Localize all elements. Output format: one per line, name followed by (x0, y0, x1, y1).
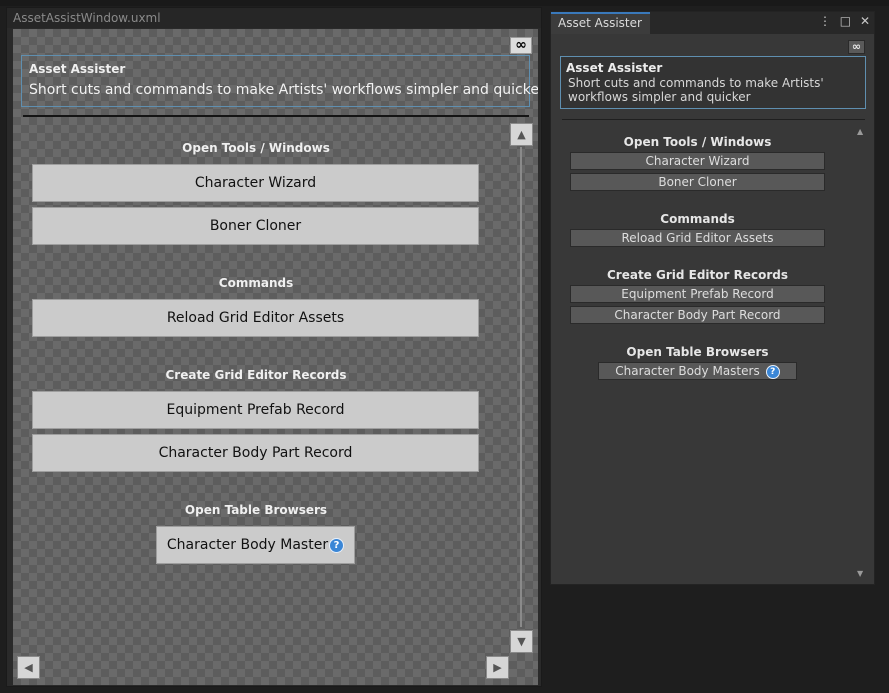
tab-bar: Asset Assister ⋮ □ ✕ (551, 12, 874, 34)
maximize-icon[interactable]: □ (840, 14, 851, 28)
section-commands: Commands (218, 276, 294, 290)
character-body-masters-label: Character Body Masters (615, 364, 760, 378)
header-description: Short cuts and commands to make Artists'… (568, 76, 824, 104)
header-divider (562, 119, 865, 120)
section-create-records: Create Grid Editor Records (606, 268, 789, 282)
close-icon[interactable]: ✕ (860, 14, 870, 28)
top-separator (0, 0, 889, 6)
help-icon[interactable]: ? (329, 537, 345, 553)
scroll-down-icon[interactable]: ▼ (857, 569, 863, 578)
uxml-preview-panel: AssetAssistWindow.uxml ∞ Asset Assister … (6, 7, 542, 687)
link-icon[interactable]: ∞ (848, 40, 865, 54)
character-body-masters-button[interactable]: Character Body Master? (156, 526, 355, 564)
scroll-down-icon[interactable]: ▼ (510, 630, 533, 653)
section-open-browsers: Open Table Browsers (626, 345, 769, 359)
boner-cloner-button[interactable]: Boner Cloner (570, 173, 825, 191)
header-divider (23, 115, 529, 117)
character-body-masters-button[interactable]: Character Body Masters? (598, 362, 797, 380)
character-body-masters-label: Character Body Master (166, 537, 329, 553)
reload-grid-editor-assets-button[interactable]: Reload Grid Editor Assets (570, 229, 825, 247)
preview-canvas: ∞ Asset Assister Short cuts and commands… (13, 29, 538, 685)
reload-grid-editor-assets-button[interactable]: Reload Grid Editor Assets (32, 299, 479, 337)
character-wizard-button[interactable]: Character Wizard (32, 164, 479, 202)
character-wizard-button[interactable]: Character Wizard (570, 152, 825, 170)
boner-cloner-button[interactable]: Boner Cloner (32, 207, 479, 245)
scroll-up-icon[interactable]: ▲ (510, 123, 533, 146)
header-box: Asset Assister Short cuts and commands t… (560, 56, 866, 109)
section-commands: Commands (660, 212, 735, 226)
section-open-browsers: Open Table Browsers (184, 503, 328, 517)
menu-icon[interactable]: ⋮ (819, 14, 831, 28)
equipment-prefab-record-button[interactable]: Equipment Prefab Record (570, 285, 825, 303)
header-title: Asset Assister (29, 62, 126, 76)
equipment-prefab-record-button[interactable]: Equipment Prefab Record (32, 391, 479, 429)
window-controls: ⋮ □ ✕ (814, 14, 870, 28)
scroll-right-icon[interactable]: ▶ (486, 656, 509, 679)
vertical-scrollbar[interactable]: ▲ ▼ (510, 123, 533, 653)
tab-asset-assister[interactable]: Asset Assister (551, 12, 650, 34)
header-description: Short cuts and commands to make Artists'… (29, 82, 538, 98)
uxml-file-title: AssetAssistWindow.uxml (7, 8, 541, 28)
link-icon[interactable]: ∞ (510, 37, 532, 54)
scroll-up-icon[interactable]: ▲ (857, 127, 863, 136)
header-title: Asset Assister (566, 61, 663, 75)
section-open-tools: Open Tools / Windows (182, 141, 330, 155)
character-body-part-record-button[interactable]: Character Body Part Record (32, 434, 479, 472)
help-icon[interactable]: ? (765, 364, 780, 379)
asset-assister-window: Asset Assister ⋮ □ ✕ ∞ Asset Assister Sh… (550, 11, 875, 585)
scroll-left-icon[interactable]: ◀ (17, 656, 40, 679)
section-create-records: Create Grid Editor Records (165, 368, 347, 382)
header-box: Asset Assister Short cuts and commands t… (21, 55, 538, 107)
section-open-tools: Open Tools / Windows (623, 135, 772, 149)
character-body-part-record-button[interactable]: Character Body Part Record (570, 306, 825, 324)
scroll-track[interactable] (520, 147, 522, 627)
